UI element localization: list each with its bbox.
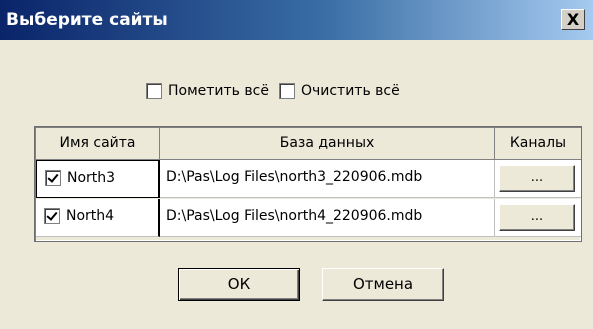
clear-all-label[interactable]: Очистить всё (301, 80, 400, 102)
table-row-site-cell[interactable]: North4 (36, 199, 160, 237)
bulk-selection-row: Пометить всё Очистить всё (146, 80, 400, 102)
site-checkbox[interactable] (44, 208, 60, 224)
clear-all-checkbox[interactable] (278, 83, 295, 99)
dialog-title: Выберите сайты (6, 10, 168, 30)
site-name: North4 (66, 208, 115, 224)
select-sites-dialog: Выберите сайты X Пометить всё Очистить вс… (0, 0, 593, 329)
ok-button-label: ОК (227, 275, 251, 293)
title-bar[interactable]: Выберите сайты X (0, 0, 593, 40)
close-icon: X (566, 10, 580, 29)
sites-table: Имя сайта База данных Каналы North3 D:\P… (34, 126, 582, 242)
column-header-channels[interactable]: Каналы (495, 128, 581, 160)
close-button[interactable]: X (561, 9, 585, 30)
site-checkbox[interactable] (45, 170, 61, 186)
table-row-site-cell[interactable]: North3 (36, 160, 160, 198)
channels-button[interactable]: ... (499, 204, 575, 231)
table-row-database-cell[interactable]: D:\Pas\Log Files\north3_220906.mdb (160, 160, 495, 198)
column-header-database[interactable]: База данных (160, 128, 495, 160)
table-row-channels-cell: ... (495, 199, 581, 237)
select-all-label[interactable]: Пометить всё (168, 80, 269, 102)
table-row-channels-cell: ... (495, 160, 581, 198)
site-name: North3 (67, 170, 116, 186)
ok-button[interactable]: ОК (178, 268, 300, 301)
channels-button[interactable]: ... (499, 165, 575, 192)
table-row-database-cell[interactable]: D:\Pas\Log Files\north4_220906.mdb (160, 199, 495, 237)
cancel-button-label: Отмена (352, 275, 414, 293)
cancel-button[interactable]: Отмена (322, 268, 444, 301)
select-all-checkbox[interactable] (146, 83, 162, 99)
column-header-site-name[interactable]: Имя сайта (36, 128, 160, 160)
